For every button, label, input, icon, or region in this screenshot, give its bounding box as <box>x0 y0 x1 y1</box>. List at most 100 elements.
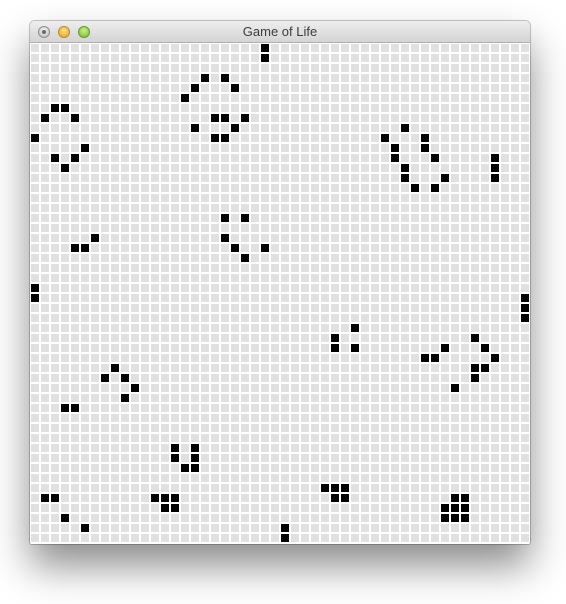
dead-cell[interactable] <box>251 354 259 362</box>
dead-cell[interactable] <box>141 444 149 452</box>
dead-cell[interactable] <box>451 94 459 102</box>
dead-cell[interactable] <box>241 524 249 532</box>
dead-cell[interactable] <box>71 94 79 102</box>
dead-cell[interactable] <box>81 44 89 52</box>
dead-cell[interactable] <box>131 74 139 82</box>
dead-cell[interactable] <box>301 264 309 272</box>
dead-cell[interactable] <box>161 384 169 392</box>
dead-cell[interactable] <box>211 274 219 282</box>
dead-cell[interactable] <box>361 84 369 92</box>
dead-cell[interactable] <box>461 164 469 172</box>
dead-cell[interactable] <box>321 474 329 482</box>
dead-cell[interactable] <box>461 524 469 532</box>
dead-cell[interactable] <box>191 54 199 62</box>
dead-cell[interactable] <box>331 534 339 542</box>
dead-cell[interactable] <box>411 124 419 132</box>
dead-cell[interactable] <box>231 494 239 502</box>
dead-cell[interactable] <box>461 204 469 212</box>
dead-cell[interactable] <box>81 214 89 222</box>
dead-cell[interactable] <box>141 314 149 322</box>
dead-cell[interactable] <box>201 484 209 492</box>
dead-cell[interactable] <box>381 404 389 412</box>
dead-cell[interactable] <box>271 84 279 92</box>
dead-cell[interactable] <box>501 274 509 282</box>
dead-cell[interactable] <box>511 524 519 532</box>
dead-cell[interactable] <box>481 414 489 422</box>
dead-cell[interactable] <box>521 364 529 372</box>
dead-cell[interactable] <box>311 134 319 142</box>
alive-cell[interactable] <box>51 494 59 502</box>
dead-cell[interactable] <box>121 464 129 472</box>
dead-cell[interactable] <box>261 454 269 462</box>
dead-cell[interactable] <box>181 364 189 372</box>
dead-cell[interactable] <box>311 184 319 192</box>
dead-cell[interactable] <box>351 104 359 112</box>
dead-cell[interactable] <box>411 534 419 542</box>
dead-cell[interactable] <box>271 504 279 512</box>
dead-cell[interactable] <box>341 234 349 242</box>
dead-cell[interactable] <box>491 324 499 332</box>
dead-cell[interactable] <box>171 244 179 252</box>
dead-cell[interactable] <box>511 284 519 292</box>
dead-cell[interactable] <box>71 304 79 312</box>
alive-cell[interactable] <box>201 74 209 82</box>
dead-cell[interactable] <box>71 434 79 442</box>
dead-cell[interactable] <box>501 204 509 212</box>
dead-cell[interactable] <box>381 184 389 192</box>
dead-cell[interactable] <box>351 224 359 232</box>
dead-cell[interactable] <box>351 84 359 92</box>
dead-cell[interactable] <box>31 404 39 412</box>
dead-cell[interactable] <box>301 224 309 232</box>
dead-cell[interactable] <box>201 254 209 262</box>
dead-cell[interactable] <box>261 74 269 82</box>
dead-cell[interactable] <box>61 194 69 202</box>
dead-cell[interactable] <box>71 274 79 282</box>
dead-cell[interactable] <box>111 494 119 502</box>
dead-cell[interactable] <box>291 254 299 262</box>
dead-cell[interactable] <box>121 204 129 212</box>
dead-cell[interactable] <box>141 434 149 442</box>
dead-cell[interactable] <box>61 464 69 472</box>
dead-cell[interactable] <box>31 414 39 422</box>
dead-cell[interactable] <box>81 74 89 82</box>
dead-cell[interactable] <box>281 334 289 342</box>
dead-cell[interactable] <box>321 154 329 162</box>
dead-cell[interactable] <box>381 64 389 72</box>
dead-cell[interactable] <box>481 374 489 382</box>
dead-cell[interactable] <box>371 94 379 102</box>
dead-cell[interactable] <box>231 284 239 292</box>
dead-cell[interactable] <box>491 264 499 272</box>
dead-cell[interactable] <box>51 114 59 122</box>
dead-cell[interactable] <box>431 74 439 82</box>
dead-cell[interactable] <box>301 184 309 192</box>
dead-cell[interactable] <box>201 84 209 92</box>
dead-cell[interactable] <box>71 124 79 132</box>
dead-cell[interactable] <box>421 504 429 512</box>
dead-cell[interactable] <box>461 284 469 292</box>
dead-cell[interactable] <box>491 484 499 492</box>
dead-cell[interactable] <box>301 444 309 452</box>
dead-cell[interactable] <box>381 94 389 102</box>
dead-cell[interactable] <box>331 114 339 122</box>
dead-cell[interactable] <box>381 534 389 542</box>
dead-cell[interactable] <box>421 234 429 242</box>
dead-cell[interactable] <box>91 314 99 322</box>
dead-cell[interactable] <box>241 304 249 312</box>
dead-cell[interactable] <box>41 374 49 382</box>
dead-cell[interactable] <box>101 384 109 392</box>
dead-cell[interactable] <box>81 254 89 262</box>
alive-cell[interactable] <box>391 154 399 162</box>
dead-cell[interactable] <box>41 194 49 202</box>
dead-cell[interactable] <box>501 414 509 422</box>
dead-cell[interactable] <box>391 114 399 122</box>
dead-cell[interactable] <box>341 474 349 482</box>
dead-cell[interactable] <box>391 344 399 352</box>
dead-cell[interactable] <box>431 204 439 212</box>
dead-cell[interactable] <box>421 514 429 522</box>
dead-cell[interactable] <box>491 514 499 522</box>
dead-cell[interactable] <box>481 64 489 72</box>
dead-cell[interactable] <box>401 414 409 422</box>
dead-cell[interactable] <box>521 384 529 392</box>
dead-cell[interactable] <box>101 324 109 332</box>
dead-cell[interactable] <box>221 394 229 402</box>
